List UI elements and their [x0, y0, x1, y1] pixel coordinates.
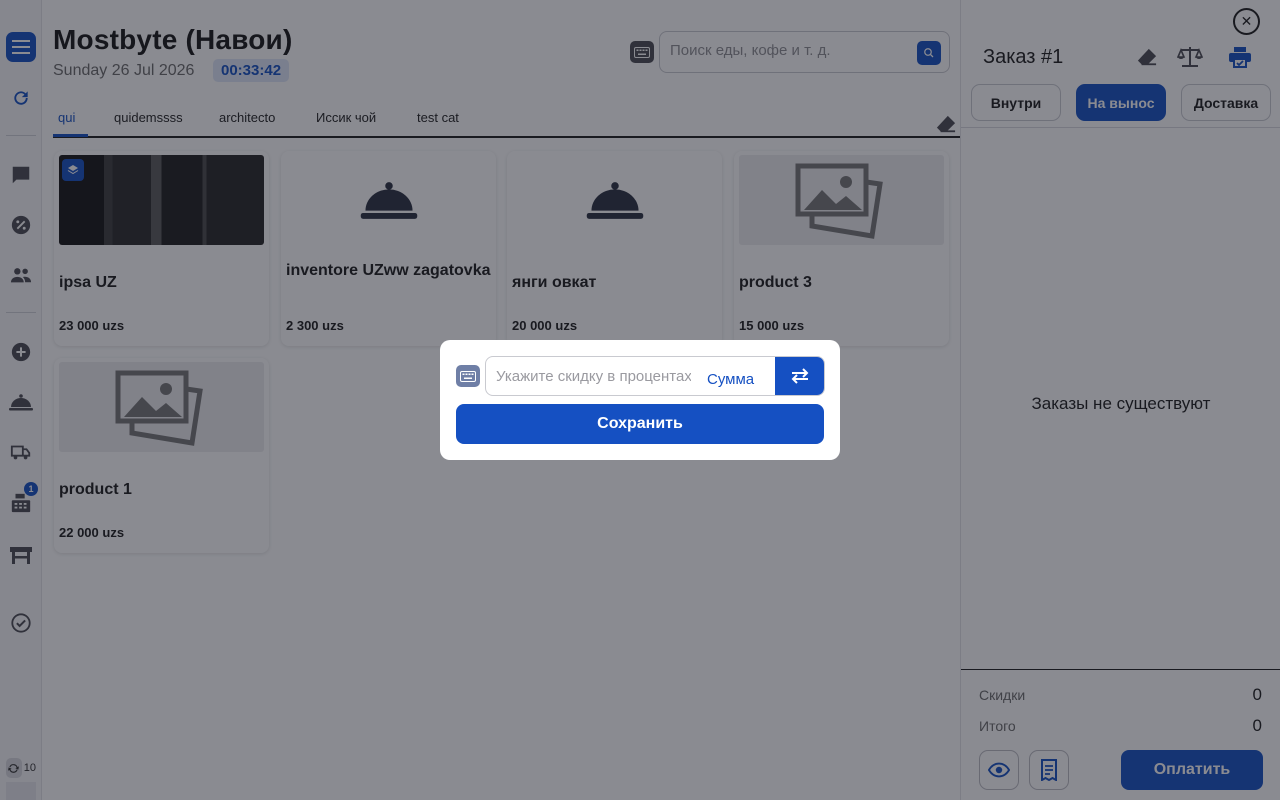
discount-field: Сумма	[485, 356, 825, 396]
discount-input[interactable]	[496, 368, 691, 385]
keyboard-icon[interactable]	[456, 365, 480, 387]
save-button[interactable]: Сохранить	[456, 404, 824, 444]
swap-mode-button[interactable]	[775, 357, 824, 395]
discount-mode-label: Сумма	[707, 371, 755, 388]
discount-modal: Сумма Сохранить	[440, 340, 840, 460]
swap-arrows-icon	[791, 368, 808, 384]
